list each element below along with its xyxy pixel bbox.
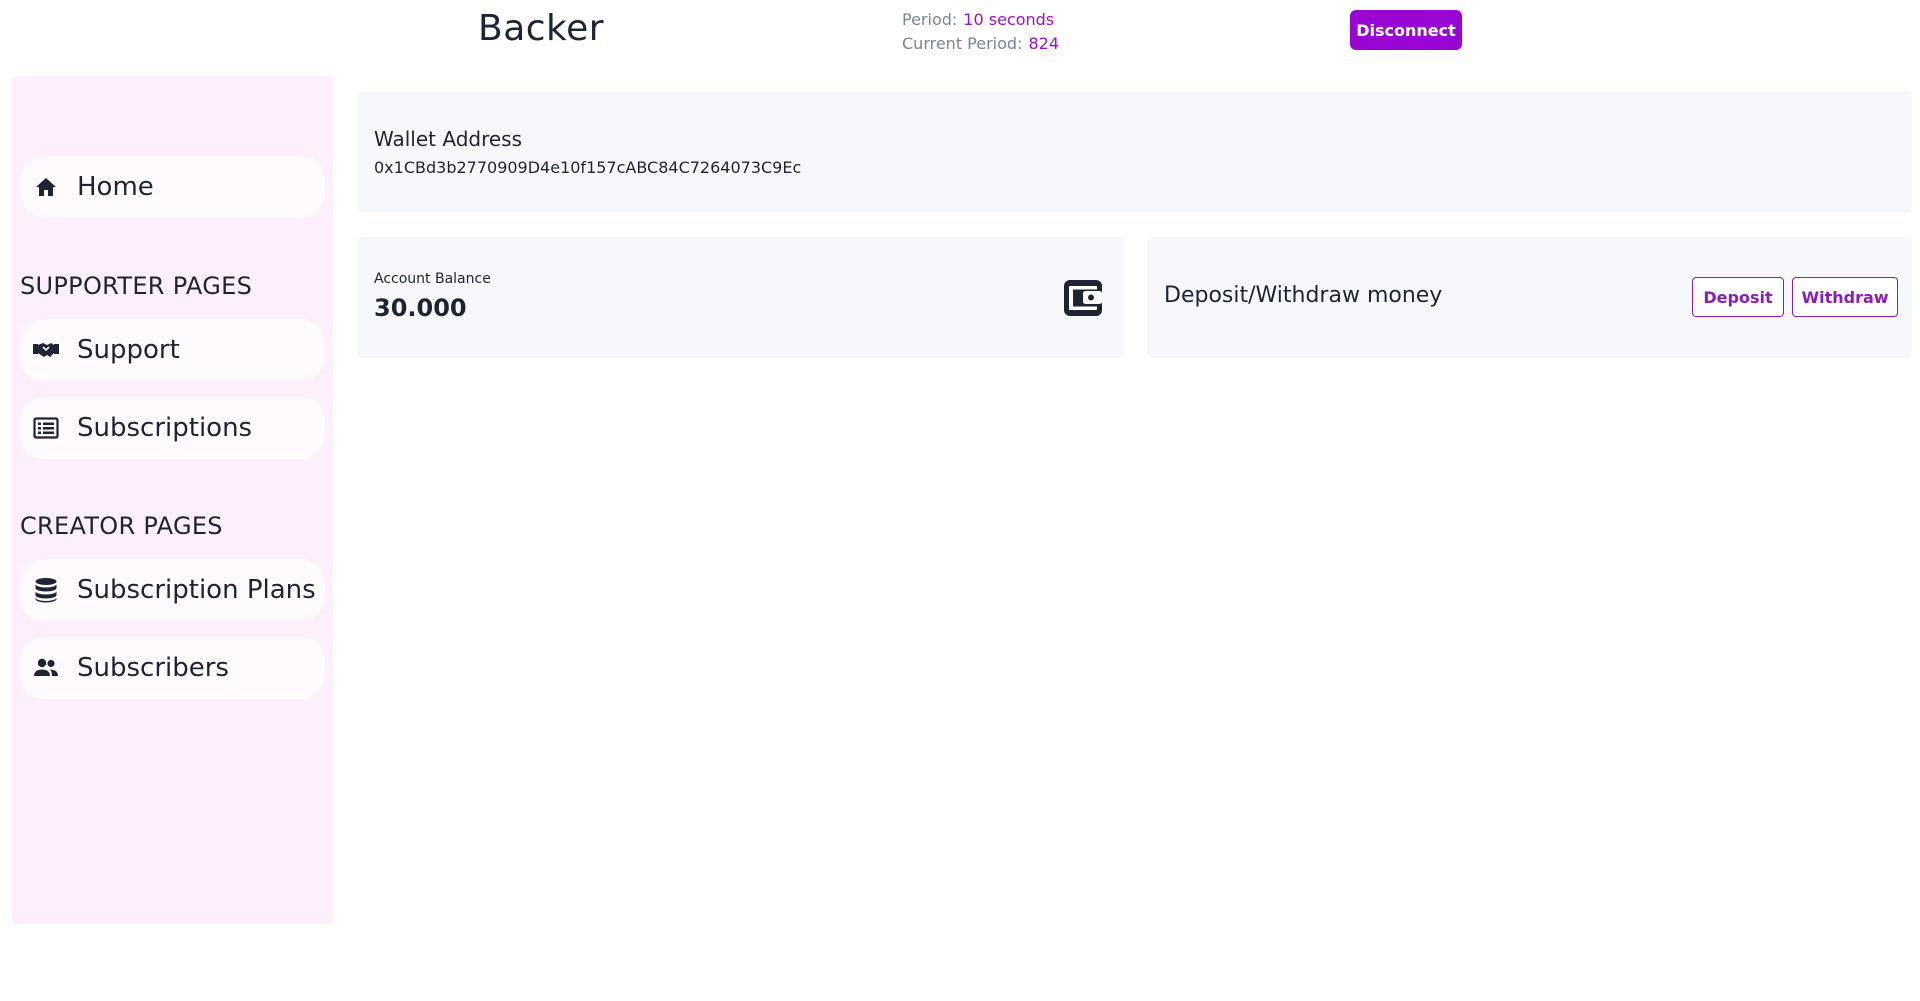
sidebar-item-label: Subscription Plans — [77, 575, 316, 605]
sidebar-item-label: Subscriptions — [77, 413, 253, 443]
supporter-pages-heading: SUPPORTER PAGES — [20, 272, 253, 300]
deposit-withdraw-title: Deposit/Withdraw money — [1164, 283, 1443, 308]
sidebar-item-label: Home — [77, 172, 154, 202]
period-row: Period: 10 seconds — [902, 8, 1059, 32]
list-icon — [32, 414, 60, 442]
period-value: 10 seconds — [963, 10, 1055, 29]
current-period-row: Current Period: 824 — [902, 32, 1059, 56]
handshake-icon — [32, 336, 60, 364]
sidebar: Home SUPPORTER PAGES Support Subscriptio… — [12, 76, 333, 924]
wallet-address-value: 0x1CBd3b2770909D4e10f157cABC84C7264073C9… — [374, 158, 802, 177]
sidebar-item-subscriptions[interactable]: Subscriptions — [20, 397, 325, 459]
database-icon — [32, 576, 60, 604]
deposit-button[interactable]: Deposit — [1692, 277, 1784, 317]
current-period-label: Current Period: — [902, 34, 1023, 53]
sidebar-item-home[interactable]: Home — [20, 156, 325, 218]
app-title: Backer — [478, 8, 605, 49]
sidebar-item-label: Subscribers — [77, 653, 229, 683]
app-page: Backer Period: 10 seconds Current Period:… — [0, 0, 1920, 1001]
sidebar-item-support[interactable]: Support — [20, 319, 325, 381]
withdraw-button[interactable]: Withdraw — [1792, 277, 1898, 317]
period-info: Period: 10 seconds Current Period: 824 — [902, 8, 1059, 56]
sidebar-item-subscription-plans[interactable]: Subscription Plans — [20, 559, 325, 621]
creator-pages-heading: CREATOR PAGES — [20, 512, 223, 540]
disconnect-button[interactable]: Disconnect — [1350, 10, 1462, 50]
sidebar-item-label: Support — [77, 335, 180, 365]
people-icon — [32, 654, 60, 682]
account-balance-card: Account Balance 30.000 — [357, 237, 1124, 358]
wallet-address-title: Wallet Address — [374, 127, 523, 151]
wallet-icon — [1063, 277, 1103, 317]
current-period-value: 824 — [1028, 34, 1060, 53]
wallet-address-card: Wallet Address 0x1CBd3b2770909D4e10f157c… — [357, 91, 1912, 213]
sidebar-item-subscribers[interactable]: Subscribers — [20, 637, 325, 699]
account-balance-value: 30.000 — [374, 294, 467, 322]
deposit-withdraw-card: Deposit/Withdraw money Deposit Withdraw — [1147, 237, 1912, 358]
period-label: Period: — [902, 10, 958, 29]
account-balance-label: Account Balance — [374, 271, 491, 287]
home-icon — [32, 173, 60, 201]
